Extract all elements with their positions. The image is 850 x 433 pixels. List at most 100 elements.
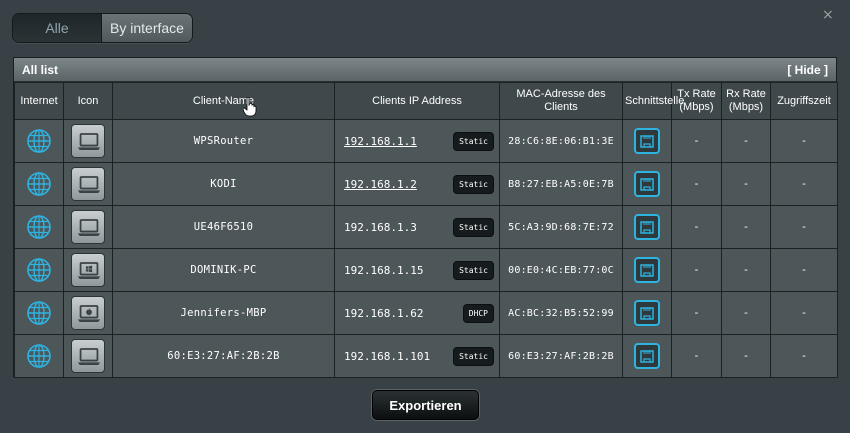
ip-cell: 192.168.1.1 Static <box>334 119 500 163</box>
laptop-icon[interactable] <box>71 339 105 373</box>
table-row[interactable]: WPSRouter 192.168.1.1 Static 28:C6:8E:06:B1… <box>14 119 838 163</box>
client-name[interactable]: Jennifers-MBP <box>112 291 335 335</box>
internet-cell <box>14 205 64 249</box>
interface-cell <box>622 205 672 249</box>
globe-icon <box>26 344 52 368</box>
access-time: - <box>770 248 838 292</box>
interface-cell <box>622 291 672 335</box>
column-header-interface[interactable]: Schnittstelle <box>622 82 684 120</box>
tx-rate: - <box>671 162 722 206</box>
client-name[interactable]: KODI <box>112 162 335 206</box>
export-button[interactable]: Exportieren <box>372 390 479 420</box>
icon-cell <box>63 334 113 378</box>
icon-cell <box>63 119 113 163</box>
ip-address[interactable]: 192.168.1.1 <box>344 135 417 148</box>
tx-rate: - <box>671 291 722 335</box>
close-icon[interactable]: × <box>822 6 834 24</box>
laptop-icon[interactable] <box>71 124 105 158</box>
tx-rate: - <box>671 205 722 249</box>
mac-address: 5C:A3:9D:68:7E:72 <box>499 205 623 249</box>
client-list-panel: All list [ Hide ] Internet Icon Client-N… <box>13 57 838 378</box>
column-header-access-time[interactable]: Zugriffszeit <box>770 82 838 120</box>
column-header-rx-rate[interactable]: Rx Rate (Mbps) <box>721 82 771 120</box>
rx-rate: - <box>721 334 771 378</box>
panel-title: All list <box>22 62 59 77</box>
rx-rate: - <box>721 248 771 292</box>
interface-cell <box>622 119 672 163</box>
globe-icon <box>26 129 52 153</box>
client-name[interactable]: UE46F6510 <box>112 205 335 249</box>
internet-cell <box>14 291 64 335</box>
access-time: - <box>770 162 838 206</box>
ip-cell: 192.168.1.101 Static <box>334 334 500 378</box>
client-name[interactable]: WPSRouter <box>112 119 335 163</box>
ethernet-port-icon[interactable] <box>634 214 660 240</box>
ethernet-port-icon[interactable] <box>634 343 660 369</box>
icon-cell <box>63 248 113 292</box>
client-name[interactable]: DOMINIK-PC <box>112 248 335 292</box>
access-time: - <box>770 334 838 378</box>
table-header-row: Internet Icon Client-Name Clients IP Add… <box>14 82 838 120</box>
internet-cell <box>14 248 64 292</box>
client-name[interactable]: 60:E3:27:AF:2B:2B <box>112 334 335 378</box>
globe-icon <box>26 215 52 239</box>
column-header-tx-rate[interactable]: Tx Rate (Mbps) <box>671 82 722 120</box>
ip-type-badge: Static <box>453 174 494 194</box>
ip-cell: 192.168.1.62 DHCP <box>334 291 500 335</box>
ip-type-badge: DHCP <box>462 303 494 323</box>
ethernet-port-icon[interactable] <box>634 171 660 197</box>
rx-rate: - <box>721 205 771 249</box>
interface-cell <box>622 334 672 378</box>
column-header-mac[interactable]: MAC-Adresse des Clients <box>499 82 623 120</box>
access-time: - <box>770 205 838 249</box>
interface-cell <box>622 162 672 206</box>
rx-rate: - <box>721 162 771 206</box>
internet-cell <box>14 119 64 163</box>
table-row[interactable]: KODI 192.168.1.2 Static B8:27:EB:A5:0E:7B - -… <box>14 162 838 206</box>
column-header-icon: Icon <box>63 82 113 120</box>
globe-icon <box>26 301 52 325</box>
mac-address: 28:C6:8E:06:B1:3E <box>499 119 623 163</box>
icon-cell <box>63 291 113 335</box>
column-header-client-name[interactable]: Client-Name <box>112 82 335 120</box>
laptop-icon[interactable] <box>71 167 105 201</box>
ethernet-port-icon[interactable] <box>634 128 660 154</box>
table-row[interactable]: 60:E3:27:AF:2B:2B 192.168.1.101 Static 60:E… <box>14 334 838 378</box>
client-table: Internet Icon Client-Name Clients IP Add… <box>14 82 838 378</box>
ip-address: 192.168.1.3 <box>344 220 417 234</box>
ip-cell: 192.168.1.3 Static <box>334 205 500 249</box>
ethernet-port-icon[interactable] <box>634 300 660 326</box>
windows-laptop-icon[interactable] <box>71 253 105 287</box>
ip-address: 192.168.1.15 <box>344 263 424 277</box>
hide-link[interactable]: [ Hide ] <box>787 63 828 77</box>
laptop-icon[interactable] <box>71 210 105 244</box>
mac-address: 00:E0:4C:EB:77:0C <box>499 248 623 292</box>
access-time: - <box>770 119 838 163</box>
ip-address[interactable]: 192.168.1.2 <box>344 178 417 191</box>
table-row[interactable]: Jennifers-MBP 192.168.1.62 DHCP AC:BC:32:B5… <box>14 291 838 335</box>
table-row[interactable]: DOMINIK-PC 192.168.1.15 Static 00:E0:4C:EB:… <box>14 248 838 292</box>
rx-rate: - <box>721 119 771 163</box>
icon-cell <box>63 205 113 249</box>
tx-rate: - <box>671 119 722 163</box>
ethernet-port-icon[interactable] <box>634 257 660 283</box>
table-row[interactable]: UE46F6510 192.168.1.3 Static 5C:A3:9D:68:7E… <box>14 205 838 249</box>
panel-header: All list [ Hide ] <box>14 58 836 82</box>
ip-address: 192.168.1.101 <box>344 349 431 363</box>
tab-by-interface[interactable]: By interface <box>102 14 192 42</box>
rx-rate: - <box>721 291 771 335</box>
hand-cursor-icon <box>243 97 257 117</box>
internet-cell <box>14 334 64 378</box>
access-time: - <box>770 291 838 335</box>
globe-icon <box>26 172 52 196</box>
apple-laptop-icon[interactable] <box>71 296 105 330</box>
tx-rate: - <box>671 248 722 292</box>
tx-rate: - <box>671 334 722 378</box>
ip-cell: 192.168.1.15 Static <box>334 248 500 292</box>
ip-type-badge: Static <box>453 131 494 151</box>
mac-address: 60:E3:27:AF:2B:2B <box>499 334 623 378</box>
column-header-ip[interactable]: Clients IP Address <box>334 82 500 120</box>
tab-all[interactable]: Alle <box>13 14 102 42</box>
internet-cell <box>14 162 64 206</box>
ip-type-badge: Static <box>453 217 494 237</box>
